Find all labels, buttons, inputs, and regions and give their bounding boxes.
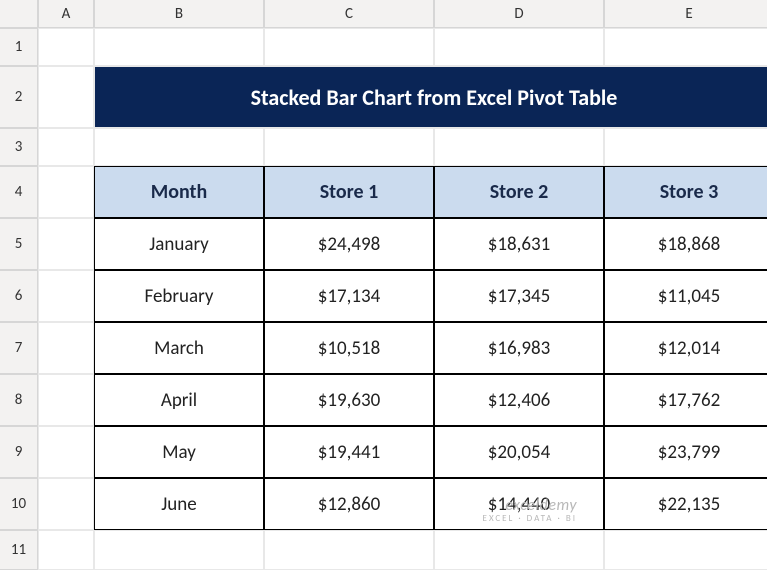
table-header-store3[interactable]: Store 3 [604,166,767,218]
table-cell[interactable]: $17,134 [264,270,434,322]
table-cell[interactable]: April [94,374,264,426]
table-cell[interactable]: $11,045 [604,270,767,322]
table-cell[interactable]: $17,345 [434,270,604,322]
table-cell[interactable]: March [94,322,264,374]
cell[interactable] [264,530,434,570]
cell[interactable] [38,478,94,530]
row-header-6[interactable]: 6 [0,270,38,322]
table-cell[interactable]: $17,762 [604,374,767,426]
table-cell[interactable]: $19,630 [264,374,434,426]
cell[interactable] [604,530,767,570]
cell[interactable] [434,530,604,570]
spreadsheet-grid[interactable]: A B C D E 1 2 3 4 5 6 7 8 9 10 11 Stacke… [0,0,767,570]
cell[interactable] [94,128,264,166]
table-cell[interactable]: $23,799 [604,426,767,478]
table-cell[interactable]: $12,406 [434,374,604,426]
cell[interactable] [94,28,264,66]
cell[interactable] [38,66,94,128]
table-cell[interactable]: $12,014 [604,322,767,374]
cell[interactable] [94,530,264,570]
row-header-1[interactable]: 1 [0,28,38,66]
table-cell[interactable]: $24,498 [264,218,434,270]
table-cell[interactable]: May [94,426,264,478]
table-cell[interactable]: January [94,218,264,270]
table-cell[interactable]: $14,440 [434,478,604,530]
cell[interactable] [604,128,767,166]
cell[interactable] [604,28,767,66]
table-header-store2[interactable]: Store 2 [434,166,604,218]
cell[interactable] [434,128,604,166]
col-header-B[interactable]: B [94,0,264,28]
row-header-9[interactable]: 9 [0,426,38,478]
table-cell[interactable]: $18,868 [604,218,767,270]
cell[interactable] [38,270,94,322]
cell[interactable] [434,28,604,66]
table-header-month[interactable]: Month [94,166,264,218]
cell[interactable] [38,128,94,166]
col-header-A[interactable]: A [38,0,94,28]
cell[interactable] [38,374,94,426]
row-header-5[interactable]: 5 [0,218,38,270]
cell[interactable] [38,218,94,270]
row-header-7[interactable]: 7 [0,322,38,374]
row-header-10[interactable]: 10 [0,478,38,530]
table-cell[interactable]: $22,135 [604,478,767,530]
cell[interactable] [264,28,434,66]
cell[interactable] [38,28,94,66]
select-all-corner[interactable] [0,0,38,28]
page-title[interactable]: Stacked Bar Chart from Excel Pivot Table [94,66,767,128]
table-cell[interactable]: $19,441 [264,426,434,478]
table-cell[interactable]: $20,054 [434,426,604,478]
col-header-D[interactable]: D [434,0,604,28]
row-header-2[interactable]: 2 [0,66,38,128]
table-cell[interactable]: $12,860 [264,478,434,530]
cell[interactable] [38,166,94,218]
col-header-C[interactable]: C [264,0,434,28]
col-header-E[interactable]: E [604,0,767,28]
table-cell[interactable]: $10,518 [264,322,434,374]
table-cell[interactable]: February [94,270,264,322]
table-cell[interactable]: June [94,478,264,530]
row-header-3[interactable]: 3 [0,128,38,166]
cell[interactable] [38,322,94,374]
row-header-8[interactable]: 8 [0,374,38,426]
table-cell[interactable]: $16,983 [434,322,604,374]
table-cell[interactable]: $18,631 [434,218,604,270]
cell[interactable] [38,426,94,478]
row-header-4[interactable]: 4 [0,166,38,218]
cell[interactable] [264,128,434,166]
row-header-11[interactable]: 11 [0,530,38,570]
cell[interactable] [38,530,94,570]
table-header-store1[interactable]: Store 1 [264,166,434,218]
